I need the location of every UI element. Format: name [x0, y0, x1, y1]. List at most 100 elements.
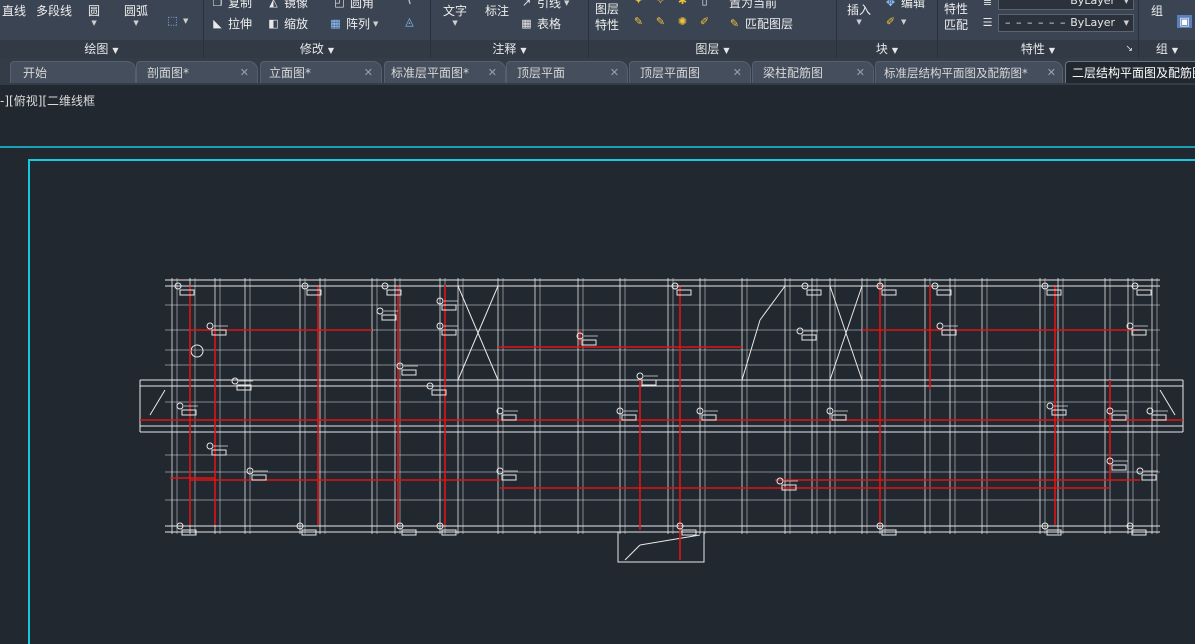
layer-lock-icon[interactable]: ▯: [697, 0, 712, 7]
tab-label: 剖面图*: [147, 66, 190, 80]
table-label: 表格: [537, 17, 562, 31]
circle-button[interactable]: 圆 ▼: [88, 2, 100, 27]
entrance-line: [624, 544, 641, 561]
insert-button[interactable]: 插入 ▼: [847, 1, 871, 26]
layer-on-icon[interactable]: ✎: [631, 15, 646, 28]
layer-freeze-icon[interactable]: ✱: [675, 0, 690, 7]
copy-label: 复制: [228, 0, 253, 10]
tab-top-floor[interactable]: 顶层平面 ✕: [506, 61, 628, 83]
close-icon[interactable]: ✕: [488, 62, 497, 83]
close-icon[interactable]: ✕: [733, 62, 742, 83]
text-label: 文字: [443, 4, 468, 18]
layer-properties-button[interactable]: 图层 特性: [595, 1, 619, 33]
tab-top-floor-plan[interactable]: 顶层平面图 ✕: [629, 61, 751, 83]
tag-box: [501, 474, 517, 481]
grid-bubble: [376, 307, 384, 315]
layers-panel-title[interactable]: 图层 ▼: [589, 40, 836, 58]
linetype-dash-preview: – – – – – –: [1005, 16, 1067, 29]
hatch-button[interactable]: ⬚ ▼: [165, 14, 188, 27]
color-dropdown[interactable]: ByLayer ▼: [998, 0, 1134, 10]
block-panel: 插入 ▼ ✥ 编辑 ✐ ▼ 块 ▼: [837, 0, 938, 58]
match-properties-button[interactable]: 特性 匹配: [944, 1, 968, 33]
tag-box: [801, 334, 817, 341]
linetype-icon: ☰: [982, 16, 993, 29]
tab-section[interactable]: 剖面图* ✕: [136, 61, 258, 83]
group-select-button[interactable]: ▣: [1177, 15, 1192, 28]
stretch-button[interactable]: ◣ 拉伸: [210, 15, 252, 32]
draw-panel-title[interactable]: 绘图 ▼: [0, 40, 203, 58]
array-button[interactable]: ▦ 阵列 ▼: [328, 15, 378, 32]
chevron-down-icon: ▼: [564, 0, 570, 7]
close-icon[interactable]: ✕: [240, 62, 249, 83]
tab-start[interactable]: 开始: [10, 61, 136, 83]
match-properties-label-2: 匹配: [944, 18, 969, 32]
layer-tool-row1: ✦ ✧ ✱ ▯: [631, 0, 712, 7]
dimension-button[interactable]: 标注: [485, 2, 509, 19]
edit-block-icon: ✥: [885, 0, 896, 9]
close-icon[interactable]: ✕: [856, 62, 865, 83]
groups-panel-title[interactable]: 组 ▼: [1139, 40, 1195, 58]
tab-second-floor-structure[interactable]: 二层结构平面图及配筋图: [1065, 61, 1195, 83]
chevron-down-icon: ▼: [1123, 19, 1129, 27]
tab-elevation[interactable]: 立面图* ✕: [260, 61, 382, 83]
chevron-down-icon: ▼: [91, 19, 97, 27]
tag-box: [441, 329, 457, 336]
hatch-icon: ⬚: [167, 14, 178, 27]
scale-button[interactable]: ◧ 缩放: [266, 15, 308, 32]
block-attribute-button[interactable]: ✐ ▼: [883, 15, 907, 28]
tab-standard-structure[interactable]: 标准层结构平面图及配筋图* ✕: [875, 61, 1063, 83]
tab-label: 标准层平面图*: [391, 66, 470, 80]
layer-properties-label-1: 图层: [595, 2, 620, 16]
grid-bubble: [1046, 402, 1054, 410]
drawing-canvas[interactable]: [0, 85, 1195, 644]
table-button[interactable]: ▦ 表格: [519, 15, 561, 32]
close-icon[interactable]: ✕: [1047, 62, 1056, 83]
layer-unlock-icon[interactable]: ✐: [697, 15, 712, 28]
fillet-button[interactable]: ◰ 圆角: [332, 0, 374, 11]
annotation-panel-title-label: 注释: [492, 42, 517, 56]
polyline-button[interactable]: 多段线: [36, 2, 72, 19]
trim-icon: ⌇: [406, 0, 413, 7]
tag-box: [1046, 289, 1062, 296]
tag-box: [641, 379, 657, 386]
groups-panel: 组 ▣ 组 ▼: [1139, 0, 1195, 58]
layer-off-icon[interactable]: ✦: [631, 0, 646, 7]
set-current-button[interactable]: 置为当前: [729, 0, 777, 11]
edit-block-button[interactable]: ✥ 编辑: [883, 0, 925, 11]
tab-standard-floor-plan[interactable]: 标准层平面图* ✕: [384, 61, 506, 83]
properties-panel-title-label: 特性: [1020, 42, 1045, 56]
tag-box: [936, 289, 952, 296]
scale-label: 缩放: [284, 17, 309, 31]
offset-button[interactable]: ◬: [402, 15, 417, 28]
chevron-down-icon: ▼: [1048, 46, 1056, 55]
viewport-controls[interactable]: -][俯视][二维线框: [0, 92, 95, 109]
tag-box: [431, 389, 447, 396]
panel-launcher-icon[interactable]: ↘: [1125, 40, 1133, 58]
leader-button[interactable]: ↗ 引线 ▼: [519, 0, 570, 11]
tag-box: [381, 314, 397, 321]
match-layer-button[interactable]: ✎ 匹配图层: [727, 15, 793, 32]
copy-button[interactable]: ❐ 复制: [210, 0, 252, 11]
layer-thaw-icon[interactable]: ✺: [675, 15, 690, 28]
tag-box: [881, 289, 897, 296]
layers-panel-title-label: 图层: [695, 42, 720, 56]
text-button[interactable]: 文字 ▼: [443, 2, 467, 27]
linetype-dropdown[interactable]: – – – – – – ByLayer ▼: [998, 14, 1134, 32]
layer-unisolate-icon[interactable]: ✎: [653, 15, 668, 28]
properties-panel-title[interactable]: 特性 ▼ ↘: [938, 40, 1138, 58]
mirror-button[interactable]: ◭ 镜像: [266, 0, 308, 11]
edit-block-label: 编辑: [901, 0, 926, 10]
group-button[interactable]: 组: [1151, 2, 1163, 19]
block-panel-title[interactable]: 块 ▼: [837, 40, 937, 58]
close-icon[interactable]: ✕: [610, 62, 619, 83]
tab-beam-column[interactable]: 梁柱配筋图 ✕: [752, 61, 874, 83]
modify-panel-title[interactable]: 修改 ▼: [204, 40, 430, 58]
trim-button[interactable]: ⌇: [402, 0, 417, 7]
close-icon[interactable]: ✕: [364, 62, 373, 83]
tab-label: 标准层结构平面图及配筋图*: [884, 66, 1028, 80]
scale-icon: ◧: [268, 17, 279, 30]
layer-isolate-icon[interactable]: ✧: [653, 0, 668, 7]
line-button[interactable]: 直线: [2, 2, 26, 19]
annotation-panel-title[interactable]: 注释 ▼: [431, 40, 588, 58]
arc-button[interactable]: 圆弧 ▼: [124, 2, 148, 27]
